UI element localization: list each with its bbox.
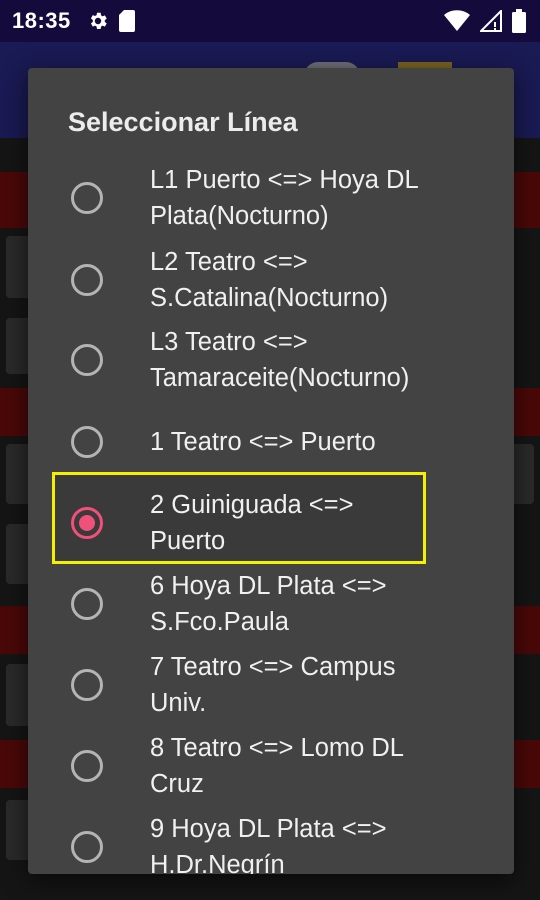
status-bar: 18:35 xyxy=(0,0,540,42)
wifi-icon xyxy=(444,10,470,31)
line-option[interactable]: L1 Puerto <=> Hoya DL Plata(Nocturno) xyxy=(28,158,514,238)
sim-card-icon xyxy=(118,10,135,32)
line-option-label-line2: Tamaraceite(Nocturno) xyxy=(150,364,410,392)
line-option-label-line1: 9 Hoya DL Plata <=> xyxy=(150,815,387,843)
radio-button[interactable] xyxy=(71,264,103,296)
line-option-label-line1: L1 Puerto <=> Hoya DL xyxy=(150,166,419,194)
line-option[interactable]: 9 Hoya DL Plata <=> H.Dr.Negrín xyxy=(28,807,514,874)
radio-button[interactable] xyxy=(71,831,103,863)
line-option-label-line2: S.Catalina(Nocturno) xyxy=(150,284,389,312)
line-option-label-line2: Cruz xyxy=(150,770,204,798)
gear-icon xyxy=(90,12,107,29)
line-option[interactable]: L3 Teatro <=> Tamaraceite(Nocturno) xyxy=(28,320,514,400)
line-option-label-line2: S.Fco.Paula xyxy=(150,608,289,636)
line-option[interactable]: 1 Teatro <=> Puerto xyxy=(28,402,514,482)
status-time: 18:35 xyxy=(12,8,71,33)
line-option-label: L3 Teatro <=> Tamaraceite(Nocturno) xyxy=(150,324,490,396)
no-signal-icon xyxy=(480,10,502,32)
line-option-label: L1 Puerto <=> Hoya DL Plata(Nocturno) xyxy=(150,162,490,234)
dialog-title: Seleccionar Línea xyxy=(68,107,298,137)
line-option-label: 1 Teatro <=> Puerto xyxy=(150,424,490,460)
battery-icon xyxy=(512,9,526,33)
line-option-label-line1: 2 Guiniguada <=> xyxy=(150,491,354,519)
line-option[interactable]: L2 Teatro <=> S.Catalina(Nocturno) xyxy=(28,240,514,320)
line-option-label: L2 Teatro <=> S.Catalina(Nocturno) xyxy=(150,244,490,316)
select-line-dialog: Seleccionar Línea L1 Puerto <=> Hoya DL P… xyxy=(28,68,514,874)
line-option[interactable]: 6 Hoya DL Plata <=> S.Fco.Paula xyxy=(28,564,514,644)
radio-button[interactable] xyxy=(71,182,103,214)
line-option-label-line2: H.Dr.Negrín xyxy=(150,851,285,874)
line-option[interactable]: 8 Teatro <=> Lomo DL Cruz xyxy=(28,726,514,806)
radio-button[interactable] xyxy=(71,588,103,620)
line-option-label-line1: 7 Teatro <=> Campus xyxy=(150,653,396,681)
line-option-label-line2: Puerto xyxy=(150,527,226,555)
radio-button-checked[interactable] xyxy=(71,507,103,539)
line-option-label: 2 Guiniguada <=> Puerto xyxy=(150,487,490,559)
radio-button[interactable] xyxy=(71,750,103,782)
radio-dot xyxy=(79,515,95,531)
line-option-label: 8 Teatro <=> Lomo DL Cruz xyxy=(150,730,490,802)
line-option[interactable]: 7 Teatro <=> Campus Univ. xyxy=(28,645,514,725)
radio-button[interactable] xyxy=(71,669,103,701)
line-option-label-line1: 6 Hoya DL Plata <=> xyxy=(150,572,387,600)
radio-button[interactable] xyxy=(71,344,103,376)
radio-button[interactable] xyxy=(71,426,103,458)
line-option-label-line1: 1 Teatro <=> Puerto xyxy=(150,428,376,456)
line-option-label: 7 Teatro <=> Campus Univ. xyxy=(150,649,490,721)
line-option-label-line2: Plata(Nocturno) xyxy=(150,202,329,230)
line-option-label: 9 Hoya DL Plata <=> H.Dr.Negrín xyxy=(150,811,490,874)
line-option-label-line1: L3 Teatro <=> xyxy=(150,328,308,356)
line-option[interactable]: 2 Guiniguada <=> Puerto xyxy=(28,483,514,563)
line-option-label-line1: L2 Teatro <=> xyxy=(150,248,308,276)
line-option-label: 6 Hoya DL Plata <=> S.Fco.Paula xyxy=(150,568,490,640)
line-option-label-line2: Univ. xyxy=(150,689,207,717)
line-option-label-line1: 8 Teatro <=> Lomo DL xyxy=(150,734,404,762)
